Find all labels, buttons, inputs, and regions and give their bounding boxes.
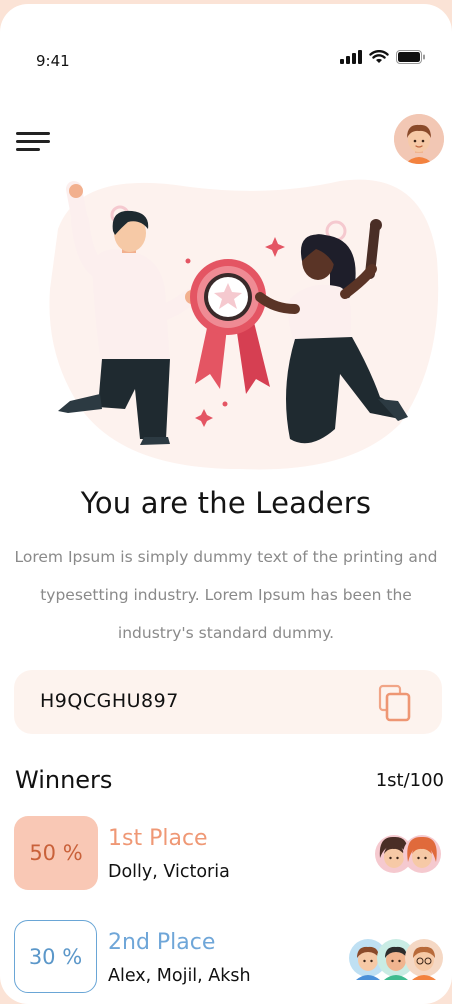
code-box: H9QCGHU897 xyxy=(14,670,442,734)
hero-illustration xyxy=(40,169,440,479)
avatar-face-icon xyxy=(394,114,444,164)
battery-icon xyxy=(396,50,425,64)
winner-row-second[interactable]: 30 % 2nd Place Alex, Mojil, Aksh xyxy=(14,920,444,996)
status-icons xyxy=(340,50,426,64)
winner-avatars xyxy=(349,939,443,980)
avatar[interactable] xyxy=(394,114,444,164)
signal-icon xyxy=(340,50,362,64)
code-value[interactable]: H9QCGHU897 xyxy=(40,690,179,712)
percent-badge: 30 % xyxy=(14,920,97,993)
winner-row-first[interactable]: 50 % 1st Place Dolly, Victoria xyxy=(14,816,444,892)
winners-count: 1st/100 xyxy=(375,770,444,791)
winner-avatars xyxy=(375,835,441,873)
percent-badge: 50 % xyxy=(14,816,98,890)
place-names: Dolly, Victoria xyxy=(108,862,230,882)
copy-icon xyxy=(378,684,411,722)
status-bar: 9:41 xyxy=(0,4,452,94)
page-description: Lorem Ipsum is simply dummy text of the … xyxy=(14,548,438,642)
wifi-icon xyxy=(369,50,389,63)
status-time: 9:41 xyxy=(36,52,70,70)
winners-title: Winners xyxy=(15,766,113,794)
copy-button[interactable] xyxy=(376,684,416,724)
place-names: Alex, Mojil, Aksh xyxy=(108,966,251,986)
menu-button[interactable] xyxy=(16,126,52,154)
place-label: 2nd Place xyxy=(108,930,216,955)
phone-screen: 9:41 You are the Leaders Lorem Ipsum is … xyxy=(0,4,452,1004)
menu-icon xyxy=(16,132,50,135)
place-label: 1st Place xyxy=(108,826,208,851)
page-title: You are the Leaders xyxy=(80,486,372,520)
